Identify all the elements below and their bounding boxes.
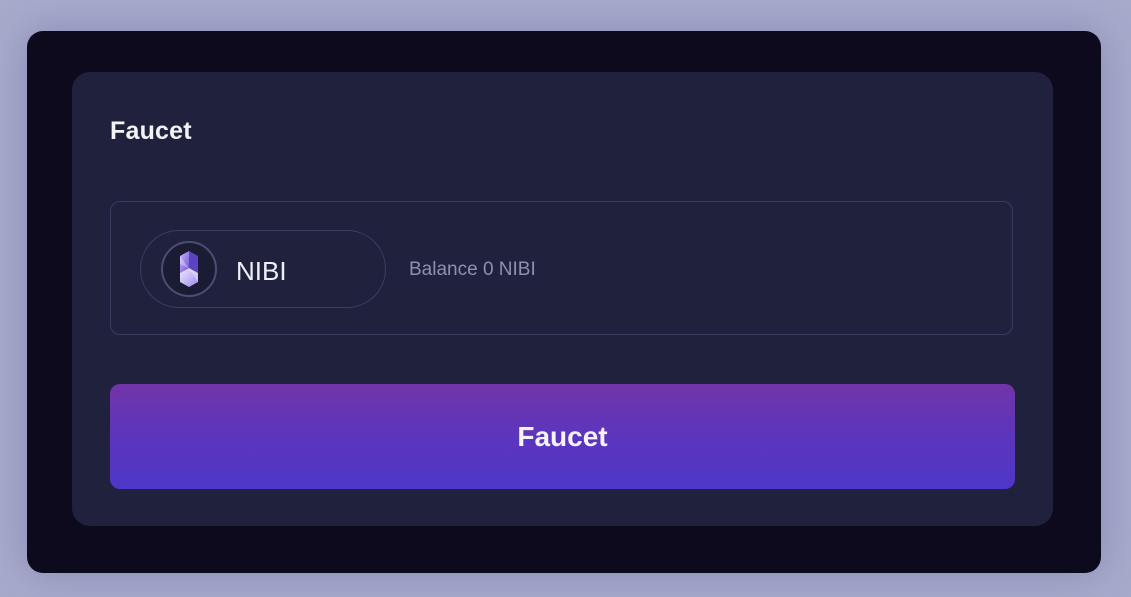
token-selector[interactable]: NIBI [140,230,386,308]
token-symbol: NIBI [236,256,287,286]
token-balance: Balance 0 NIBI [409,259,536,280]
faucet-card: Faucet NIBI Balance 0 NIBI Faucet [72,72,1053,526]
card-title: Faucet [110,117,192,145]
faucet-button[interactable]: Faucet [110,384,1015,489]
nibiru-logo-icon [161,241,217,297]
app-frame: Faucet NIBI Balance 0 NIBI Faucet [27,31,1101,573]
token-panel: NIBI Balance 0 NIBI [110,201,1013,335]
